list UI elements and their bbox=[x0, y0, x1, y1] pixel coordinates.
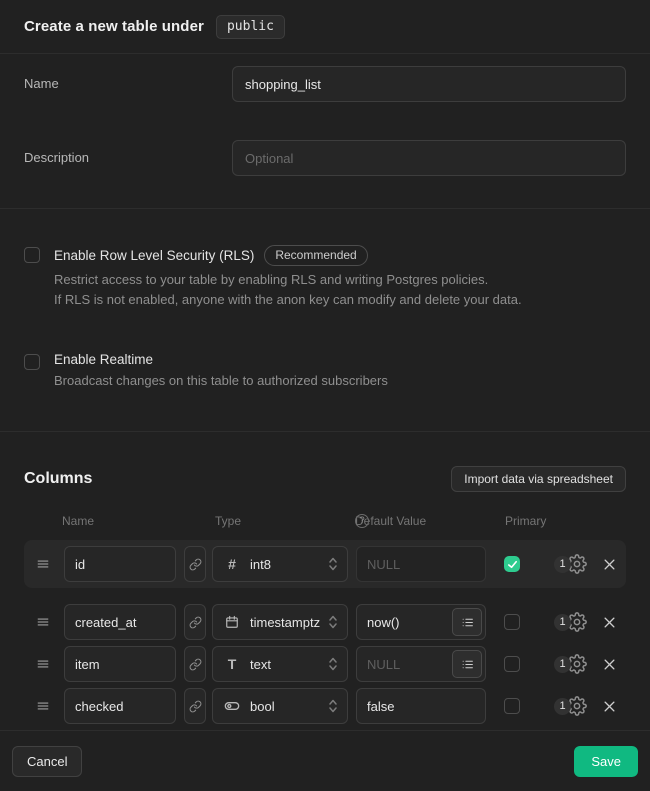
help-icon[interactable]: ? bbox=[355, 514, 369, 528]
drag-handle-icon[interactable] bbox=[36, 557, 50, 571]
remove-column-icon[interactable] bbox=[602, 657, 617, 672]
remove-column-icon[interactable] bbox=[602, 557, 617, 572]
column-name-input[interactable] bbox=[64, 688, 176, 724]
column-header-type: Type bbox=[215, 514, 241, 528]
column-type-select[interactable]: timestamptz bbox=[212, 604, 348, 640]
name-label: Name bbox=[24, 66, 232, 91]
column-settings-count-badge: 1 bbox=[554, 614, 571, 631]
toggle-icon bbox=[223, 698, 241, 714]
schema-badge: public bbox=[216, 15, 285, 39]
foreign-key-link-icon[interactable] bbox=[184, 546, 206, 582]
column-name-input[interactable] bbox=[64, 646, 176, 682]
column-settings-count-badge: 1 bbox=[554, 556, 571, 573]
column-settings-button[interactable]: 1 bbox=[554, 554, 592, 574]
rls-checkbox[interactable] bbox=[24, 247, 40, 263]
column-header-name: Name bbox=[62, 514, 94, 528]
default-value-suggestions-icon[interactable] bbox=[452, 608, 482, 636]
chevron-up-down-icon bbox=[327, 614, 339, 630]
save-button[interactable]: Save bbox=[574, 746, 638, 777]
create-table-modal: Create a new table under public Name Des… bbox=[0, 0, 650, 761]
columns-heading: Columns bbox=[24, 470, 92, 488]
realtime-label: Enable Realtime bbox=[54, 352, 153, 367]
table-description-input[interactable] bbox=[232, 140, 626, 176]
drag-handle-icon[interactable] bbox=[36, 615, 50, 629]
table-info-section: Name Description bbox=[0, 54, 650, 209]
column-settings-button[interactable]: 1 bbox=[554, 696, 592, 716]
column-settings-count-badge: 1 bbox=[554, 656, 571, 673]
foreign-key-link-icon[interactable] bbox=[184, 604, 206, 640]
rls-description-line1: Restrict access to your table by enablin… bbox=[54, 270, 522, 290]
description-label: Description bbox=[24, 140, 232, 165]
realtime-description: Broadcast changes on this table to autho… bbox=[54, 371, 388, 391]
column-settings-button[interactable]: 1 bbox=[554, 612, 592, 632]
primary-key-checkbox[interactable] bbox=[504, 656, 520, 672]
chevron-up-down-icon bbox=[327, 556, 339, 572]
realtime-option: Enable Realtime Broadcast changes on thi… bbox=[24, 352, 626, 391]
column-name-input[interactable] bbox=[64, 604, 176, 640]
rls-description-line2: If RLS is not enabled, anyone with the a… bbox=[54, 290, 522, 310]
default-value-suggestions-icon[interactable] bbox=[452, 650, 482, 678]
table-options-section: Enable Row Level Security (RLS) Recommen… bbox=[0, 209, 650, 432]
primary-key-checkbox[interactable] bbox=[504, 556, 520, 572]
foreign-key-link-icon[interactable] bbox=[184, 688, 206, 724]
table-name-input[interactable] bbox=[232, 66, 626, 102]
letter-t-icon: T bbox=[223, 656, 241, 672]
primary-key-checkbox[interactable] bbox=[504, 698, 520, 714]
recommended-badge: Recommended bbox=[264, 245, 367, 266]
column-type-select[interactable]: # int8 bbox=[212, 546, 348, 582]
column-row-id: # int8 1 bbox=[24, 540, 626, 588]
foreign-key-link-icon[interactable] bbox=[184, 646, 206, 682]
primary-key-checkbox[interactable] bbox=[504, 614, 520, 630]
columns-table-header: Name Type Default Value ? Primary bbox=[24, 514, 626, 528]
drag-handle-icon[interactable] bbox=[36, 657, 50, 671]
calendar-icon bbox=[223, 615, 241, 629]
column-row-checked: bool 1 bbox=[24, 688, 626, 724]
realtime-checkbox[interactable] bbox=[24, 354, 40, 370]
import-spreadsheet-button[interactable]: Import data via spreadsheet bbox=[451, 466, 626, 492]
remove-column-icon[interactable] bbox=[602, 699, 617, 714]
column-header-primary: Primary bbox=[505, 514, 546, 528]
description-row: Description bbox=[24, 140, 626, 176]
column-type-select[interactable]: bool bbox=[212, 688, 348, 724]
column-name-input[interactable] bbox=[64, 546, 176, 582]
column-settings-button[interactable]: 1 bbox=[554, 654, 592, 674]
modal-title: Create a new table under bbox=[24, 18, 204, 35]
column-default-value-input bbox=[356, 546, 486, 582]
chevron-up-down-icon bbox=[327, 698, 339, 714]
modal-header: Create a new table under public bbox=[0, 0, 650, 54]
remove-column-icon[interactable] bbox=[602, 615, 617, 630]
name-row: Name bbox=[24, 66, 626, 102]
cancel-button[interactable]: Cancel bbox=[12, 746, 82, 777]
column-default-value-input[interactable] bbox=[356, 688, 486, 724]
hash-icon: # bbox=[223, 556, 241, 572]
column-type-select[interactable]: T text bbox=[212, 646, 348, 682]
column-settings-count-badge: 1 bbox=[554, 698, 571, 715]
column-row-item: T text 1 bbox=[24, 646, 626, 682]
rls-option: Enable Row Level Security (RLS) Recommen… bbox=[24, 245, 626, 310]
drag-handle-icon[interactable] bbox=[36, 699, 50, 713]
chevron-up-down-icon bbox=[327, 656, 339, 672]
column-row-created-at: timestamptz 1 bbox=[24, 604, 626, 640]
rls-label: Enable Row Level Security (RLS) bbox=[54, 248, 254, 263]
columns-section: Columns Import data via spreadsheet Name… bbox=[0, 432, 650, 730]
